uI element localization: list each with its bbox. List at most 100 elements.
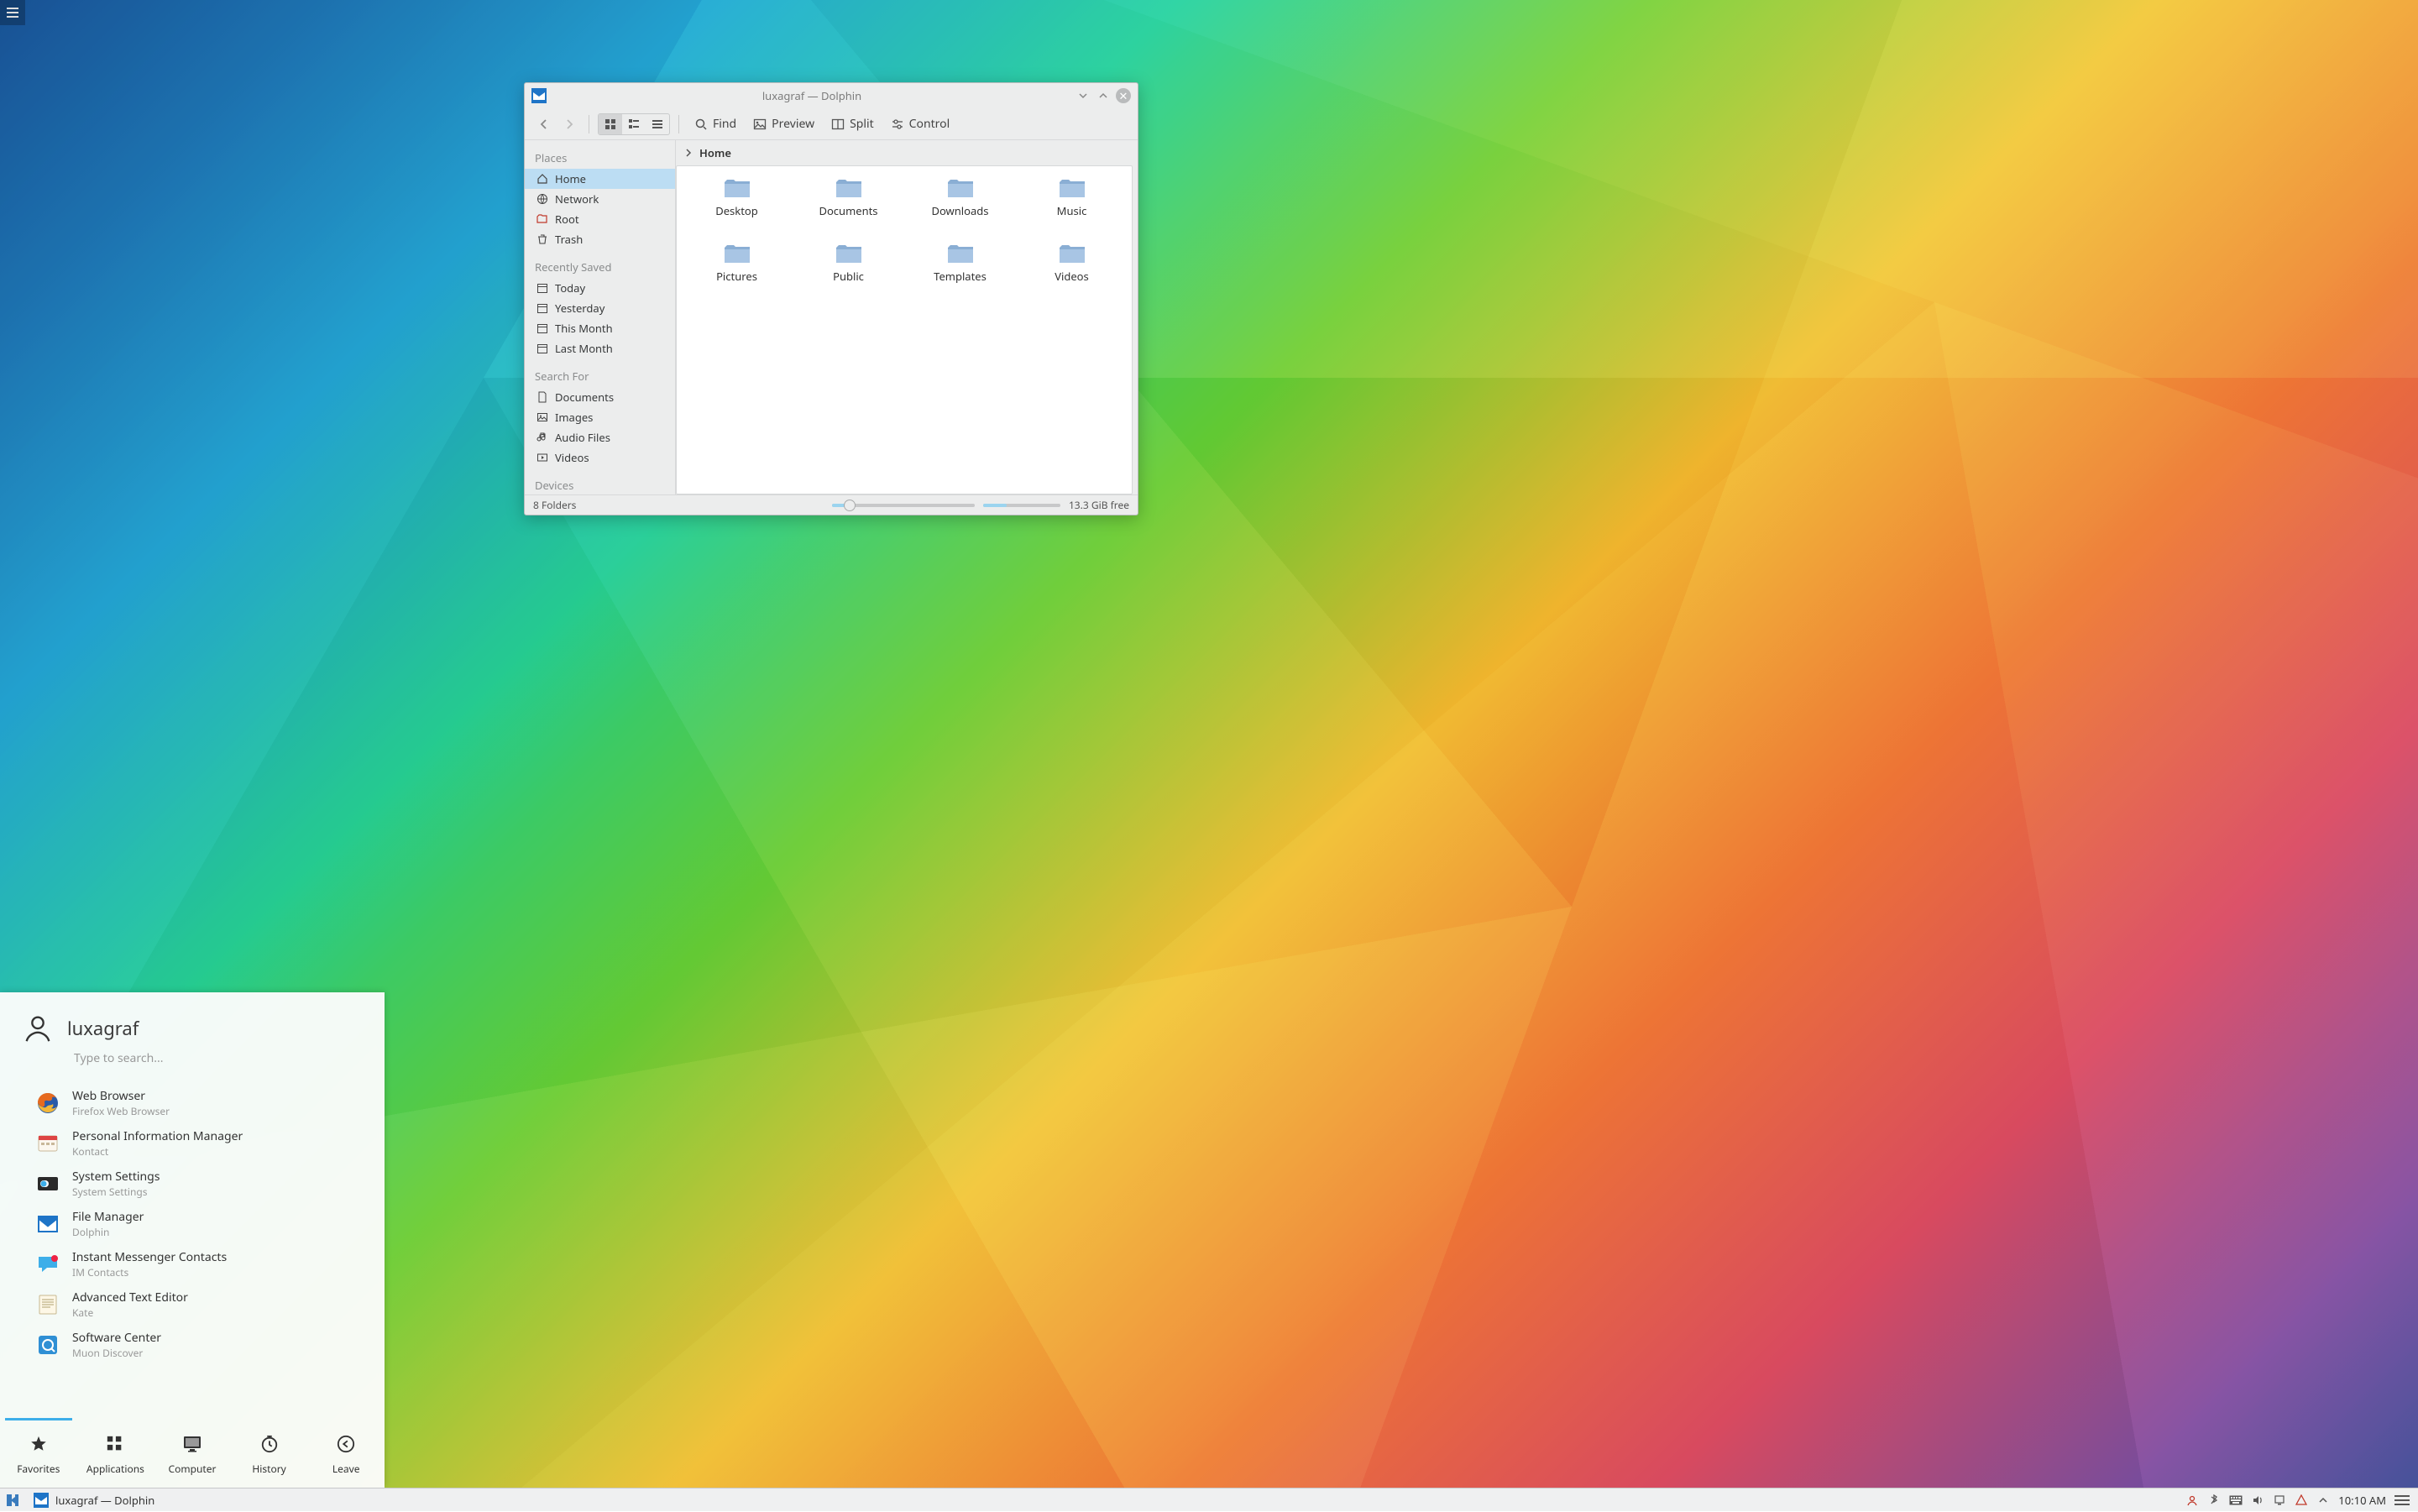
split-button[interactable]: Split xyxy=(824,113,881,135)
user-name: luxagraf xyxy=(67,1016,139,1041)
favorite-title: File Manager xyxy=(72,1209,144,1225)
tab-label: Favorites xyxy=(17,1462,60,1476)
favorite-pim[interactable]: Personal Information ManagerKontact xyxy=(0,1123,385,1164)
folder-pictures[interactable]: Pictures xyxy=(683,243,790,304)
favorite-text-editor[interactable]: Advanced Text EditorKate xyxy=(0,1284,385,1325)
settings-icon xyxy=(37,1173,59,1195)
tray-keyboard-icon[interactable] xyxy=(2229,1494,2243,1507)
sidebar-item-root[interactable]: Root xyxy=(525,209,675,229)
taskbar-panel-button[interactable] xyxy=(2394,1493,2410,1508)
window-titlebar[interactable]: luxagraf — Dolphin ✕ xyxy=(525,83,1138,108)
tray-volume-icon[interactable] xyxy=(2251,1494,2264,1507)
sidebar-item-today[interactable]: Today xyxy=(525,278,675,298)
desktop-hamburger-button[interactable] xyxy=(0,0,25,25)
video-icon xyxy=(536,452,548,463)
sidebar-item-this-month[interactable]: This Month xyxy=(525,318,675,338)
folder-videos[interactable]: Videos xyxy=(1018,243,1125,304)
discover-icon xyxy=(37,1334,59,1356)
dolphin-app-icon xyxy=(531,88,547,103)
sidebar-item-yesterday[interactable]: Yesterday xyxy=(525,298,675,318)
clock-icon xyxy=(259,1433,280,1455)
folder-icon xyxy=(835,178,862,200)
file-grid[interactable]: Desktop Documents Downloads Music Pictur… xyxy=(676,165,1133,494)
tab-leave[interactable]: Leave xyxy=(307,1433,385,1476)
split-label: Split xyxy=(850,116,874,132)
favorite-subtitle: System Settings xyxy=(72,1185,160,1199)
folder-desktop[interactable]: Desktop xyxy=(683,178,790,238)
folder-icon xyxy=(1059,178,1086,200)
favorite-web-browser[interactable]: Web BrowserFirefox Web Browser xyxy=(0,1083,385,1123)
taskbar-clock[interactable]: 10:10 AM xyxy=(2338,1493,2386,1508)
sidebar-item-audio[interactable]: Audio Files xyxy=(525,427,675,447)
view-icons-button[interactable] xyxy=(599,114,622,134)
taskbar: luxagraf — Dolphin 10:10 AM xyxy=(0,1488,2418,1511)
sidebar-item-last-month[interactable]: Last Month xyxy=(525,338,675,358)
folder-documents[interactable]: Documents xyxy=(795,178,902,238)
search-input[interactable] xyxy=(74,1050,363,1066)
sidebar-item-documents[interactable]: Documents xyxy=(525,387,675,407)
tray-updater-icon[interactable] xyxy=(2295,1494,2308,1507)
dolphin-task-icon xyxy=(34,1493,49,1508)
dolphin-window: luxagraf — Dolphin ✕ Find Preview Split … xyxy=(524,82,1138,515)
window-maximize-button[interactable] xyxy=(1096,88,1111,103)
zoom-slider[interactable] xyxy=(832,504,975,507)
folder-public[interactable]: Public xyxy=(795,243,902,304)
tray-bluetooth-icon[interactable] xyxy=(2207,1494,2221,1507)
tab-history[interactable]: History xyxy=(231,1433,308,1476)
grid-icon xyxy=(104,1433,126,1455)
view-details-button[interactable] xyxy=(646,114,669,134)
sidebar-item-trash[interactable]: Trash xyxy=(525,229,675,249)
favorite-software-center[interactable]: Software CenterMuon Discover xyxy=(0,1325,385,1365)
control-button[interactable]: Control xyxy=(884,113,957,135)
tab-computer[interactable]: Computer xyxy=(154,1433,231,1476)
folder-music[interactable]: Music xyxy=(1018,178,1125,238)
sidebar-item-home[interactable]: Home xyxy=(525,169,675,189)
folder-icon xyxy=(1059,243,1086,265)
image-icon xyxy=(536,411,548,423)
favorite-subtitle: Kate xyxy=(72,1305,188,1320)
view-mode-group xyxy=(598,113,670,135)
start-button[interactable] xyxy=(0,1488,25,1512)
favorite-im-contacts[interactable]: Instant Messenger ContactsIM Contacts xyxy=(0,1244,385,1284)
preview-button[interactable]: Preview xyxy=(746,113,821,135)
kontact-icon xyxy=(37,1133,59,1154)
system-tray: 10:10 AM xyxy=(2177,1493,2418,1508)
sidebar-item-videos[interactable]: Videos xyxy=(525,447,675,468)
favorite-title: Software Center xyxy=(72,1330,161,1346)
tab-label: Computer xyxy=(169,1462,217,1476)
tab-applications[interactable]: Applications xyxy=(77,1433,154,1476)
favorite-subtitle: Kontact xyxy=(72,1144,243,1159)
folder-downloads[interactable]: Downloads xyxy=(907,178,1013,238)
dolphin-toolbar: Find Preview Split Control xyxy=(525,108,1138,140)
favorite-subtitle: Firefox Web Browser xyxy=(72,1104,170,1118)
document-icon xyxy=(536,391,548,403)
tray-user-icon[interactable] xyxy=(2185,1494,2199,1507)
window-minimize-button[interactable] xyxy=(1076,88,1091,103)
kate-icon xyxy=(37,1294,59,1316)
folder-templates[interactable]: Templates xyxy=(907,243,1013,304)
sidebar-item-images[interactable]: Images xyxy=(525,407,675,427)
favorite-system-settings[interactable]: System SettingsSystem Settings xyxy=(0,1164,385,1204)
breadcrumb[interactable]: Home xyxy=(676,140,1138,165)
folder-icon xyxy=(724,243,751,265)
folder-icon xyxy=(724,178,751,200)
view-compact-button[interactable] xyxy=(622,114,646,134)
favorites-list: Web BrowserFirefox Web Browser Personal … xyxy=(0,1080,385,1417)
sidebar-head-recent: Recently Saved xyxy=(525,256,675,278)
leave-icon xyxy=(335,1433,357,1455)
tray-network-icon[interactable] xyxy=(2273,1494,2286,1507)
taskbar-task-label: luxagraf — Dolphin xyxy=(55,1493,154,1508)
forward-button[interactable] xyxy=(558,113,580,135)
find-button[interactable]: Find xyxy=(688,113,743,135)
tab-favorites[interactable]: Favorites xyxy=(0,1433,77,1476)
sidebar-item-network[interactable]: Network xyxy=(525,189,675,209)
taskbar-task-dolphin[interactable]: luxagraf — Dolphin xyxy=(25,1488,163,1511)
tray-expand-icon[interactable] xyxy=(2316,1494,2330,1507)
audio-icon xyxy=(536,432,548,443)
window-close-button[interactable]: ✕ xyxy=(1116,88,1131,103)
status-folder-count: 8 Folders xyxy=(533,498,576,512)
start-menu-header: luxagraf xyxy=(0,992,385,1049)
calendar-icon xyxy=(536,302,548,314)
favorite-file-manager[interactable]: File ManagerDolphin xyxy=(0,1204,385,1244)
back-button[interactable] xyxy=(533,113,555,135)
